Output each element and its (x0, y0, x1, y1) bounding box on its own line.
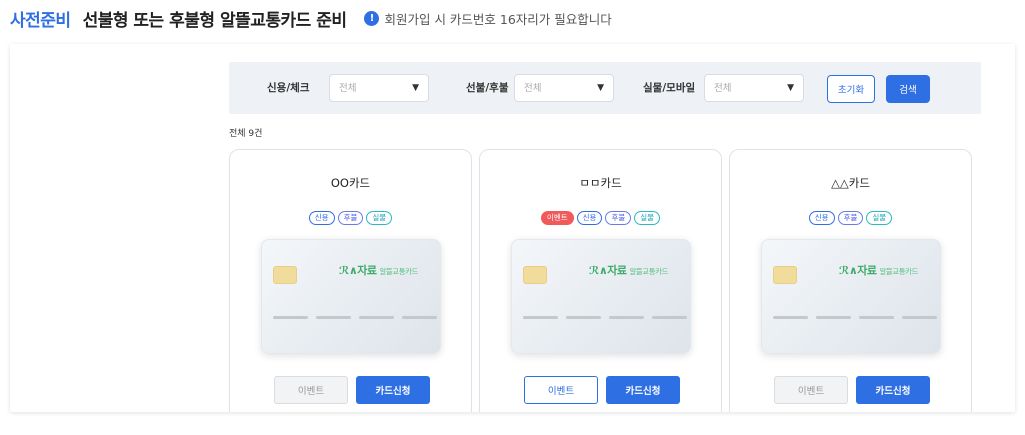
alert-icon: ! (364, 10, 380, 26)
logo-sub: 알뜰교통카드 (379, 267, 419, 276)
tag-row: 이벤트 신용 후불 실물 (480, 211, 721, 225)
card-item: ㅁㅁ카드 이벤트 신용 후불 실물 ℛ∧자료 알뜰교통카드 이벤트 카드신청 (479, 149, 722, 412)
card-logo: ℛ∧자료 알뜰교통카드 (339, 262, 418, 278)
event-button[interactable]: 이벤트 (774, 376, 848, 404)
prepaid-postpaid-select[interactable]: 전체 ▼ (514, 74, 614, 102)
chevron-down-icon: ▼ (412, 83, 419, 93)
event-button[interactable]: 이벤트 (524, 376, 598, 404)
card-name: OO카드 (330, 176, 371, 190)
filter-label-physical-mobile: 실물/모바일 (643, 82, 696, 94)
reset-button[interactable]: 초기화 (827, 75, 875, 103)
logo-sub: 알뜰교통카드 (879, 267, 919, 276)
tag-credit: 신용 (808, 211, 835, 225)
select-value: 전체 (524, 83, 542, 94)
tag-physical: 실물 (634, 211, 661, 225)
logo-sub: 알뜰교통카드 (629, 267, 669, 276)
card-image: ℛ∧자료 알뜰교통카드 (511, 239, 691, 354)
tag-postpaid: 후불 (337, 211, 364, 225)
tag-physical: 실물 (366, 211, 393, 225)
card-name: ㅁㅁ카드 (579, 176, 622, 190)
chevron-down-icon: ▼ (787, 83, 794, 93)
filter-label-prepaid-postpaid: 선불/후불 (466, 82, 509, 94)
chip-icon (523, 266, 547, 284)
tag-credit: 신용 (308, 211, 335, 225)
card-apply-button[interactable]: 카드신청 (606, 376, 680, 404)
tag-credit: 신용 (576, 211, 603, 225)
chip-icon (273, 266, 297, 284)
card-image: ℛ∧자료 알뜰교통카드 (261, 239, 441, 354)
card-logo: ℛ∧자료 알뜰교통카드 (839, 262, 918, 278)
event-button[interactable]: 이벤트 (274, 376, 348, 404)
card-name: △△카드 (831, 176, 870, 190)
card-number-stripes (273, 316, 437, 319)
physical-mobile-select[interactable]: 전체 ▼ (704, 74, 804, 102)
notice: ! 회원가입 시 카드번호 16자리가 필요합니다 (364, 9, 612, 28)
section-header: 사전준비 선불형 또는 후불형 알뜰교통카드 준비 ! 회원가입 시 카드번호 … (10, 5, 612, 31)
select-value: 전체 (339, 83, 357, 94)
filter-label-credit-check: 신용/체크 (267, 82, 310, 94)
card-apply-button[interactable]: 카드신청 (856, 376, 930, 404)
credit-check-select[interactable]: 전체 ▼ (329, 74, 429, 102)
logo-mark: ℛ∧자료 (339, 264, 377, 277)
card-number-stripes (523, 316, 687, 319)
section-title: 선불형 또는 후불형 알뜰교통카드 준비 (82, 10, 347, 31)
tag-postpaid: 후불 (837, 211, 864, 225)
card-panel: 신용/체크 전체 ▼ 선불/후불 전체 ▼ 실물/모바일 전체 ▼ 초기화 검색… (10, 44, 1015, 412)
card-item: △△카드 신용 후불 실물 ℛ∧자료 알뜰교통카드 이벤트 카드신청 (729, 149, 972, 412)
tag-physical: 실물 (866, 211, 893, 225)
logo-mark: ℛ∧자료 (839, 264, 877, 277)
card-apply-button[interactable]: 카드신청 (356, 376, 430, 404)
card-logo: ℛ∧자료 알뜰교통카드 (589, 262, 668, 278)
tag-row: 신용 후불 실물 (730, 211, 971, 225)
tag-row: 신용 후불 실물 (230, 211, 471, 225)
logo-mark: ℛ∧자료 (589, 264, 627, 277)
step-label: 사전준비 (10, 10, 71, 31)
card-item: OO카드 신용 후불 실물 ℛ∧자료 알뜰교통카드 이벤트 카드신청 (229, 149, 472, 412)
search-button[interactable]: 검색 (886, 75, 930, 103)
notice-text: 회원가입 시 카드번호 16자리가 필요합니다 (384, 11, 612, 27)
card-image: ℛ∧자료 알뜰교통카드 (761, 239, 941, 354)
total-count: 전체 9건 (229, 129, 263, 139)
chevron-down-icon: ▼ (597, 83, 604, 93)
chip-icon (773, 266, 797, 284)
tag-postpaid: 후불 (605, 211, 632, 225)
filter-bar: 신용/체크 전체 ▼ 선불/후불 전체 ▼ 실물/모바일 전체 ▼ 초기화 검색 (229, 62, 981, 114)
card-number-stripes (773, 316, 937, 319)
select-value: 전체 (714, 83, 732, 94)
tag-event: 이벤트 (540, 211, 574, 225)
